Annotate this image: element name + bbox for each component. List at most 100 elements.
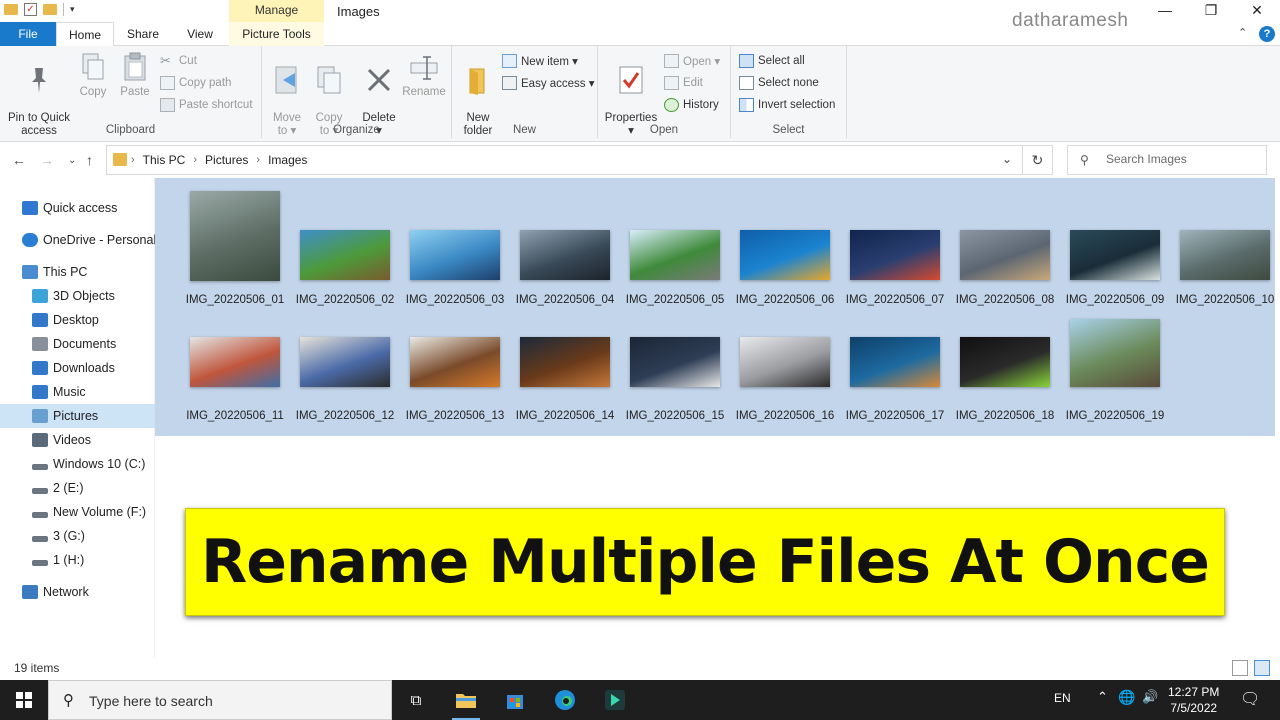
up-arrow-icon[interactable]: ↑ [86, 152, 93, 168]
file-item[interactable]: IMG_20220506_06 [730, 186, 840, 306]
tab-share[interactable]: Share [120, 22, 166, 46]
nav-item-2-e[interactable]: 2 (E:) [0, 476, 155, 500]
new-item-button[interactable]: New item ▾ [502, 54, 578, 68]
customize-toolbar-chevron-icon[interactable]: ▾ [70, 4, 75, 15]
nav-item-network[interactable]: Network [0, 580, 155, 604]
clipboard-icon [120, 52, 150, 82]
nav-item-onedrive-personal[interactable]: OneDrive - Personal [0, 228, 156, 252]
collapse-ribbon-chevron-icon[interactable]: ⌃ [1238, 26, 1247, 39]
nav-item-new-volume-f[interactable]: New Volume (F:) [0, 500, 155, 524]
volume-icon[interactable]: 🔊 [1142, 689, 1158, 705]
nav-item-this-pc[interactable]: This PC [0, 260, 155, 284]
breadcrumb-this-pc[interactable]: This PC [143, 153, 186, 167]
address-dropdown-chevron-icon[interactable]: ⌄ [1002, 152, 1012, 166]
file-item[interactable]: IMG_20220506_11 [180, 302, 290, 422]
breadcrumb-chevron-icon[interactable]: › [131, 154, 135, 166]
tab-home[interactable]: Home [56, 22, 114, 47]
store-taskbar-icon[interactable] [497, 686, 533, 714]
nav-item-documents[interactable]: Documents [0, 332, 155, 356]
nav-item-quick-access[interactable]: Quick access [0, 196, 155, 220]
system-clock[interactable]: 12:27 PM 7/5/2022 [1168, 684, 1219, 716]
file-item[interactable]: IMG_20220506_08 [950, 186, 1060, 306]
help-icon[interactable]: ? [1259, 26, 1275, 42]
search-input[interactable] [1106, 152, 1256, 166]
notifications-icon[interactable]: 🗨 [1240, 689, 1260, 709]
file-item[interactable]: IMG_20220506_03 [400, 186, 510, 306]
history-button[interactable]: History [664, 98, 719, 112]
folder-icon[interactable] [4, 4, 18, 15]
file-explorer-taskbar-icon[interactable] [448, 686, 484, 720]
file-item[interactable]: IMG_20220506_12 [290, 302, 400, 422]
tab-picture-tools[interactable]: Picture Tools [229, 22, 324, 46]
edge-browser-taskbar-icon[interactable] [547, 686, 583, 714]
file-item[interactable]: IMG_20220506_10 [1170, 186, 1280, 306]
nav-item-pictures[interactable]: Pictures [0, 404, 155, 428]
paste-button[interactable]: Paste [116, 52, 154, 99]
file-item[interactable]: IMG_20220506_13 [400, 302, 510, 422]
file-item[interactable]: IMG_20220506_16 [730, 302, 840, 422]
large-icons-view-icon[interactable] [1254, 660, 1270, 676]
minimize-button[interactable]: — [1142, 0, 1188, 22]
file-name: IMG_20220506_11 [186, 410, 284, 422]
task-view-icon[interactable]: ⧉ [398, 686, 434, 714]
breadcrumb-pictures[interactable]: Pictures [205, 153, 248, 167]
back-arrow-icon[interactable]: ← [12, 152, 26, 168]
nav-item-desktop[interactable]: Desktop [0, 308, 155, 332]
address-bar[interactable]: › This PC › Pictures › Images ⌄ ↻ [106, 145, 1053, 175]
open-button[interactable]: Open ▾ [664, 54, 720, 68]
file-item[interactable]: IMG_20220506_15 [620, 302, 730, 422]
nav-item-1-h[interactable]: 1 (H:) [0, 548, 155, 572]
select-none-button[interactable]: Select none [739, 76, 819, 90]
invert-selection-button[interactable]: Invert selection [739, 98, 835, 112]
forward-arrow-icon[interactable]: → [40, 152, 54, 168]
taskbar-search-box[interactable]: ⚲ Type here to search [48, 680, 392, 720]
rename-button[interactable]: Rename [402, 52, 446, 99]
select-all-button[interactable]: Select all [739, 54, 805, 68]
refresh-icon[interactable]: ↻ [1022, 146, 1052, 174]
nav-item-windows-10-c[interactable]: Windows 10 (C:) [0, 452, 155, 476]
copy-path-button[interactable]: Copy path [160, 76, 231, 90]
close-button[interactable]: ✕ [1234, 0, 1280, 22]
file-item[interactable]: IMG_20220506_07 [840, 186, 950, 306]
nav-item-label: Desktop [53, 313, 99, 327]
file-item[interactable]: IMG_20220506_17 [840, 302, 950, 422]
breadcrumb-chevron-icon[interactable]: › [193, 154, 197, 166]
nav-item-3-g[interactable]: 3 (G:) [0, 524, 155, 548]
tab-file[interactable]: File [0, 22, 56, 46]
file-explorer-window: ✓ ▾ Manage Images datharamesh — ❐ ✕ File… [0, 0, 1280, 720]
nav-item-3d-objects[interactable]: 3D Objects [0, 284, 155, 308]
breadcrumb-chevron-icon[interactable]: › [256, 154, 260, 166]
search-box[interactable]: ⚲ [1067, 145, 1267, 175]
file-item[interactable]: IMG_20220506_02 [290, 186, 400, 306]
maximize-button[interactable]: ❐ [1188, 0, 1234, 22]
paste-shortcut-button[interactable]: Paste shortcut [160, 98, 253, 112]
nav-item-music[interactable]: Music [0, 380, 155, 404]
show-hidden-icons-chevron-icon[interactable]: ⌃ [1097, 689, 1108, 705]
file-item[interactable]: IMG_20220506_05 [620, 186, 730, 306]
filmora-taskbar-icon[interactable] [597, 686, 633, 714]
file-item[interactable]: IMG_20220506_19 [1060, 302, 1170, 422]
network-globe-icon[interactable]: 🌐 [1118, 689, 1135, 706]
properties-check-icon[interactable]: ✓ [24, 3, 37, 16]
cut-button[interactable]: ✂ Cut [160, 54, 197, 68]
edit-button[interactable]: Edit [664, 76, 703, 90]
start-button[interactable] [0, 680, 48, 720]
easy-access-button[interactable]: Easy access ▾ [502, 76, 595, 90]
nav-item-videos[interactable]: Videos [0, 428, 155, 452]
file-item[interactable]: IMG_20220506_14 [510, 302, 620, 422]
file-item[interactable]: IMG_20220506_04 [510, 186, 620, 306]
file-item[interactable]: IMG_20220506_01 [180, 186, 290, 306]
recent-locations-chevron-icon[interactable]: ⌄ [68, 155, 76, 166]
image-thumbnail [410, 230, 500, 280]
new-folder-icon[interactable] [43, 4, 57, 15]
input-language[interactable]: EN [1054, 691, 1071, 705]
new-folder-large-icon [463, 65, 493, 95]
tab-view[interactable]: View [180, 22, 220, 46]
file-item[interactable]: IMG_20220506_18 [950, 302, 1060, 422]
copy-to-icon [314, 65, 344, 95]
nav-item-downloads[interactable]: Downloads [0, 356, 155, 380]
file-item[interactable]: IMG_20220506_09 [1060, 186, 1170, 306]
details-view-icon[interactable] [1232, 660, 1248, 676]
copy-button[interactable]: Copy [74, 52, 112, 99]
breadcrumb-images[interactable]: Images [268, 153, 307, 167]
